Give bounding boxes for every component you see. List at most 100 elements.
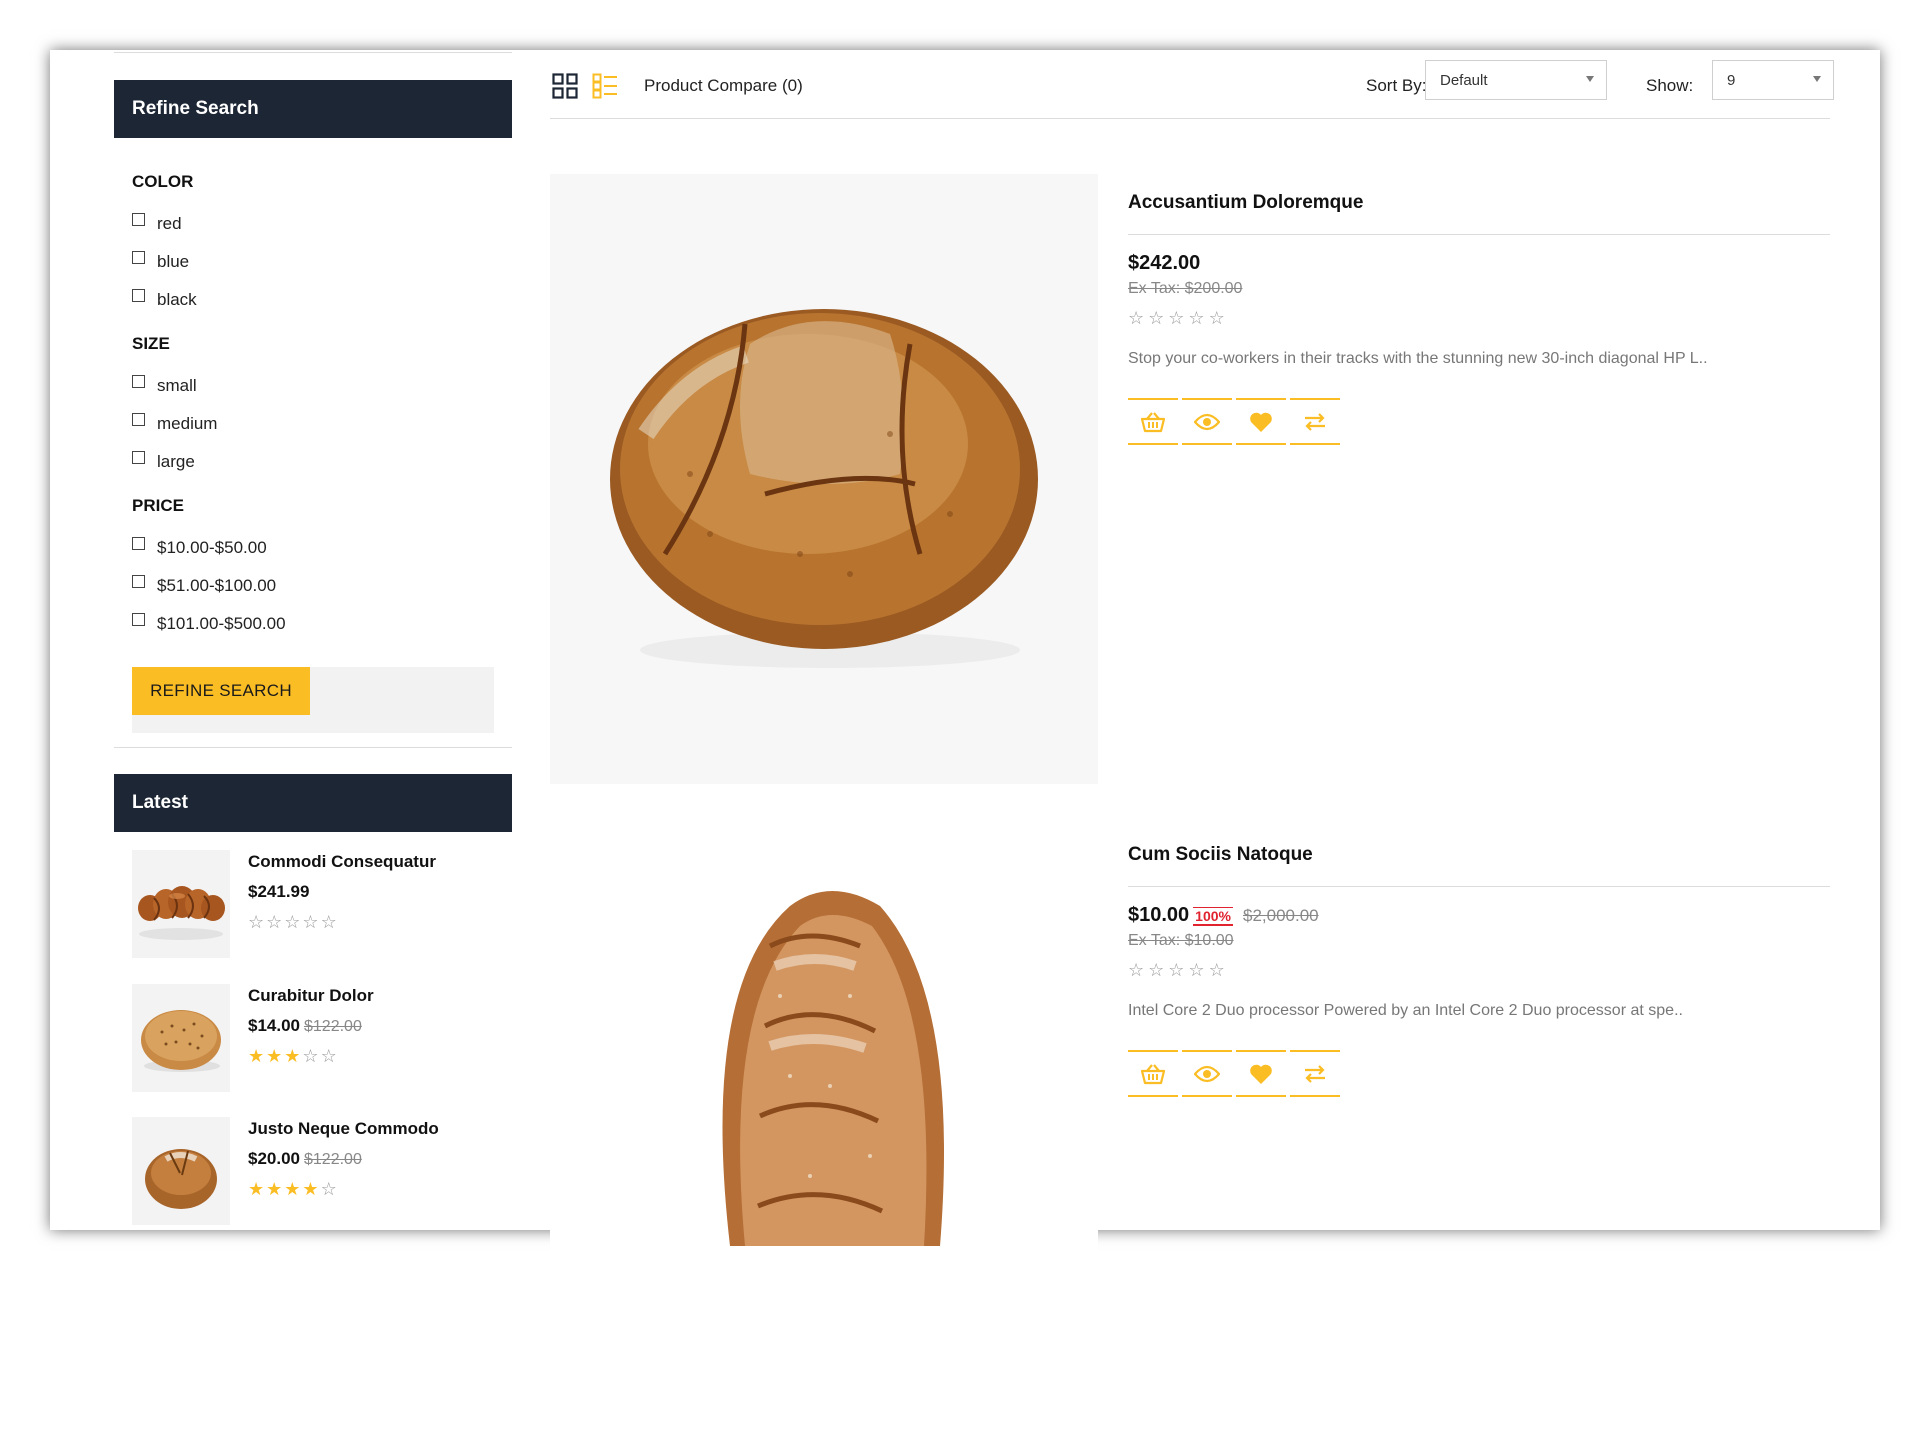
star-empty-icon: ☆ [1208, 308, 1229, 328]
compare-button[interactable] [1290, 1050, 1340, 1097]
quick-view-button[interactable] [1182, 398, 1232, 445]
star-empty-icon: ☆ [320, 1179, 339, 1199]
basket-icon [1140, 1063, 1166, 1084]
grid-icon [552, 73, 578, 99]
checkbox[interactable] [132, 536, 145, 550]
filter-option-black[interactable]: black [132, 288, 197, 310]
product-name[interactable]: Cum Sociis Natoque [1128, 844, 1313, 866]
filter-option-label: medium [157, 414, 218, 433]
filter-option-blue[interactable]: blue [132, 250, 190, 272]
price-value: $14.00 [248, 1016, 300, 1035]
checkbox[interactable] [132, 412, 145, 426]
star-empty-icon: ☆ [1168, 960, 1189, 980]
old-price: $2,000.00 [1242, 906, 1319, 925]
basket-icon [1140, 411, 1166, 432]
page-frame: Refine Search COLOR red blue black SIZE … [50, 50, 1880, 1436]
filter-option-price-3[interactable]: $101.00-$500.00 [132, 612, 286, 634]
latest-product-name[interactable]: Justo Neque Commodo [248, 1119, 439, 1139]
star-empty-icon: ☆ [1188, 960, 1209, 980]
star-filled-icon: ★ [248, 1046, 267, 1066]
divider [1128, 886, 1830, 887]
show-select-value: 9 [1727, 71, 1736, 89]
filter-option-medium[interactable]: medium [132, 412, 218, 434]
list-icon [592, 73, 617, 99]
heart-icon [1250, 412, 1272, 432]
discount-badge: 100% [1193, 907, 1233, 926]
star-empty-icon: ☆ [1188, 308, 1209, 328]
product-name[interactable]: Accusantium Doloremque [1128, 192, 1363, 214]
filter-option-label: blue [157, 252, 190, 271]
filter-option-price-1[interactable]: $10.00-$50.00 [132, 536, 267, 558]
product-description: Stop your co-workers in their tracks wit… [1128, 350, 1708, 367]
star-filled-icon: ★ [248, 1179, 267, 1199]
show-limit-select[interactable]: 9 [1712, 60, 1834, 100]
filter-option-red[interactable]: red [132, 212, 182, 234]
add-to-wishlist-button[interactable] [1236, 1050, 1286, 1097]
add-to-cart-button[interactable] [1128, 1050, 1178, 1097]
star-empty-icon: ☆ [1128, 960, 1149, 980]
sort-select-value: Default [1440, 71, 1488, 89]
product-image[interactable] [550, 826, 1098, 1436]
quick-view-button[interactable] [1182, 1050, 1232, 1097]
rating-stars: ☆☆☆☆☆ [248, 912, 339, 933]
refine-search-button[interactable]: REFINE SEARCH [132, 667, 310, 715]
filter-option-small[interactable]: small [132, 374, 197, 396]
checkbox[interactable] [132, 374, 145, 388]
latest-product-item[interactable]: Justo Neque Commodo $20.00 $122.00 ★★★★☆ [132, 1117, 512, 1227]
latest-product-name[interactable]: Curabitur Dolor [248, 986, 374, 1006]
latest-product-item[interactable]: Curabitur Dolor $14.00 $122.00 ★★★☆☆ [132, 984, 512, 1094]
star-empty-icon: ☆ [320, 1046, 339, 1066]
filter-option-price-2[interactable]: $51.00-$100.00 [132, 574, 276, 596]
price-value: $241.99 [248, 882, 310, 901]
ex-tax-price: Ex Tax: $10.00 [1128, 932, 1234, 949]
latest-product-item[interactable]: Commodi Consequatur $241.99 ☆☆☆☆☆ [132, 850, 512, 960]
checkbox[interactable] [132, 574, 145, 588]
compare-button[interactable] [1290, 398, 1340, 445]
filter-option-label: small [157, 376, 197, 395]
star-empty-icon: ☆ [248, 912, 267, 932]
latest-product-price: $20.00 $122.00 [248, 1149, 362, 1169]
checkbox[interactable] [132, 250, 145, 264]
checkbox[interactable] [132, 450, 145, 464]
list-view-button[interactable] [592, 73, 618, 99]
filter-option-label: $101.00-$500.00 [157, 614, 286, 633]
product-thumbnail[interactable] [132, 1117, 230, 1225]
product-description: Intel Core 2 Duo processor Powered by an… [1128, 1002, 1683, 1019]
checkbox[interactable] [132, 612, 145, 626]
old-price: $122.00 [304, 1151, 362, 1168]
star-empty-icon: ☆ [1128, 308, 1149, 328]
divider [114, 52, 512, 53]
sourdough-boule-image [550, 174, 1098, 784]
rating-stars: ★★★★☆ [248, 1179, 339, 1200]
price-value: $20.00 [248, 1149, 300, 1168]
sort-select[interactable]: Default [1425, 60, 1607, 100]
product-thumbnail[interactable] [132, 984, 230, 1092]
star-empty-icon: ☆ [1208, 960, 1229, 980]
filter-option-label: black [157, 290, 197, 309]
checkbox[interactable] [132, 288, 145, 302]
show-label: Show: [1646, 76, 1694, 95]
latest-heading: Latest [114, 774, 512, 832]
filter-group-size-title: SIZE [132, 334, 170, 353]
star-empty-icon: ☆ [1148, 960, 1169, 980]
compare-arrows-icon [1305, 1064, 1325, 1083]
refine-button-area: REFINE SEARCH [132, 667, 494, 733]
checkbox[interactable] [132, 212, 145, 226]
product-price: $10.00 100% $2,000.00 [1128, 904, 1319, 927]
compare-arrows-icon [1305, 412, 1325, 431]
latest-product-price: $241.99 [248, 882, 309, 902]
product-thumbnail[interactable] [132, 850, 230, 958]
ex-tax-price: Ex Tax: $200.00 [1128, 280, 1243, 297]
rating-stars: ☆☆☆☆☆ [1128, 308, 1229, 329]
filter-group-color-title: COLOR [132, 172, 194, 191]
product-image[interactable] [550, 174, 1098, 784]
product-compare-link[interactable]: Product Compare (0) [644, 76, 803, 96]
add-to-wishlist-button[interactable] [1236, 398, 1286, 445]
star-empty-icon: ☆ [302, 912, 321, 932]
rating-stars: ★★★☆☆ [248, 1046, 339, 1067]
add-to-cart-button[interactable] [1128, 398, 1178, 445]
product-actions [1128, 398, 1340, 445]
filter-option-large[interactable]: large [132, 450, 195, 472]
latest-product-name[interactable]: Commodi Consequatur [248, 852, 436, 872]
grid-view-button[interactable] [552, 73, 578, 99]
